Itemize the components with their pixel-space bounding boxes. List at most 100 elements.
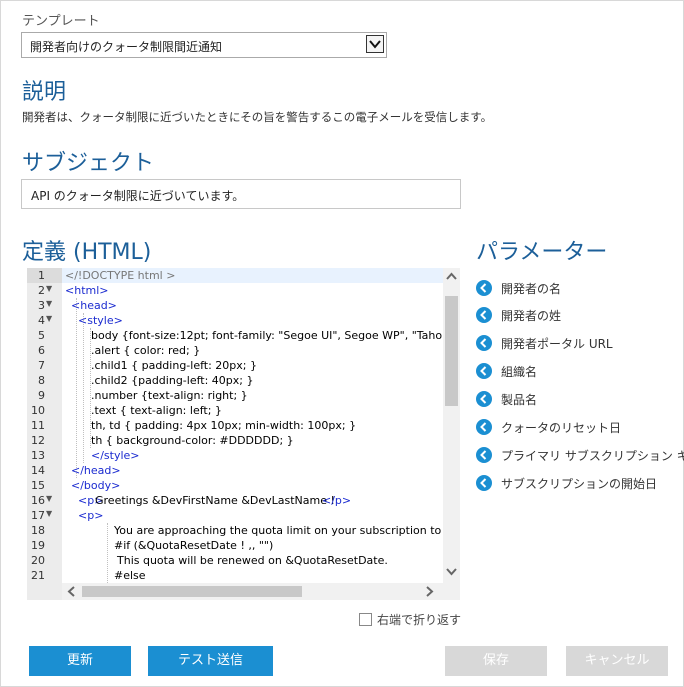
parameter-label: 開発者ポータル URL bbox=[501, 337, 613, 351]
code-line: <head> bbox=[71, 299, 117, 312]
html-code-editor[interactable]: 1 2 ▼ 3 ▼ 4 ▼ 5 6 7 8 9 10 11 12 13 14 15 1… bbox=[27, 268, 460, 600]
arrow-left-circle-icon[interactable] bbox=[476, 335, 492, 351]
line-number: 13 bbox=[31, 449, 45, 462]
line-number: 2 ▼ bbox=[38, 284, 53, 297]
code-line: th { background-color: #DDDDDD; } bbox=[91, 434, 294, 447]
subject-input-value: API のクォータ制限に近づいています。 bbox=[31, 189, 245, 203]
template-select-value: 開発者向けのクォータ制限間近通知 bbox=[30, 40, 223, 54]
chevron-down-icon[interactable] bbox=[366, 35, 384, 53]
parameter-item[interactable]: サブスクリプションの開始日 bbox=[476, 473, 676, 493]
code-line: </body> bbox=[71, 479, 121, 492]
line-number: 9 bbox=[38, 389, 45, 402]
parameter-item[interactable]: 開発者の名 bbox=[476, 278, 676, 298]
line-number: 19 bbox=[31, 539, 45, 552]
code-line: <p> bbox=[78, 509, 104, 522]
parameter-item[interactable]: 開発者の姓 bbox=[476, 305, 676, 325]
template-select[interactable]: 開発者向けのクォータ制限間近通知 bbox=[21, 32, 387, 58]
fold-arrow-icon[interactable]: ▼ bbox=[46, 299, 52, 308]
code-line: <style> bbox=[78, 314, 123, 327]
parameter-item[interactable]: プライマリ サブスクリプション キー bbox=[476, 445, 684, 465]
line-number: 12 bbox=[31, 434, 45, 447]
wrap-checkbox[interactable] bbox=[359, 613, 372, 626]
parameters-heading: パラメーター bbox=[476, 240, 608, 265]
arrow-left-circle-icon[interactable] bbox=[476, 419, 492, 435]
scroll-left-icon[interactable] bbox=[67, 586, 75, 597]
code-line: <html> bbox=[65, 284, 109, 297]
scrollbar-corner bbox=[443, 583, 460, 600]
code-line: .child1 { padding-left: 20px; } bbox=[91, 359, 257, 372]
parameter-label: サブスクリプションの開始日 bbox=[501, 477, 658, 491]
code-line: .alert { color: red; } bbox=[91, 344, 201, 357]
parameter-item[interactable]: 製品名 bbox=[476, 389, 676, 409]
line-number: 10 bbox=[31, 404, 45, 417]
arrow-left-circle-icon[interactable] bbox=[476, 280, 492, 296]
line-number: 15 bbox=[31, 479, 45, 492]
line-number: 3 ▼ bbox=[38, 299, 53, 312]
parameter-label: 開発者の姓 bbox=[501, 309, 562, 323]
line-number: 7 bbox=[38, 359, 45, 372]
parameter-label: 組織名 bbox=[501, 365, 538, 379]
code-line: </head> bbox=[71, 464, 121, 477]
code-line: #else bbox=[114, 569, 146, 582]
code-line: #if (&QuotaResetDate ! ,, "") bbox=[114, 539, 274, 552]
vertical-scrollbar[interactable] bbox=[443, 268, 460, 583]
line-number: 16 ▼ bbox=[31, 494, 53, 507]
test-send-button[interactable]: テスト送信 bbox=[148, 646, 273, 676]
line-number: 18 bbox=[31, 524, 45, 537]
arrow-left-circle-icon[interactable] bbox=[476, 391, 492, 407]
code-line: th, td { padding: 4px 10px; min-width: 1… bbox=[91, 419, 357, 432]
line-number-gutter: 1 2 ▼ 3 ▼ 4 ▼ 5 6 7 8 9 10 11 12 13 14 15 1… bbox=[27, 268, 62, 600]
line-number: 21 bbox=[31, 569, 45, 582]
code-line: .text { text-align: left; } bbox=[91, 404, 222, 417]
parameter-label: 開発者の名 bbox=[501, 282, 562, 296]
code-line: This quota will be renewed on &QuotaRese… bbox=[117, 554, 388, 567]
line-number: 6 bbox=[38, 344, 45, 357]
vertical-scroll-thumb[interactable] bbox=[445, 296, 458, 406]
scroll-up-icon[interactable] bbox=[446, 272, 457, 280]
line-number: 11 bbox=[31, 419, 45, 432]
scroll-right-icon[interactable] bbox=[426, 586, 434, 597]
fold-arrow-icon[interactable]: ▼ bbox=[46, 509, 52, 518]
parameter-item[interactable]: クォータのリセット日 bbox=[476, 417, 676, 437]
description-text: 開発者は、クォータ制限に近づいたときにその旨を警告するこの電子メールを受信します… bbox=[22, 110, 493, 124]
template-label: テンプレート bbox=[22, 14, 100, 29]
subject-heading: サブジェクト bbox=[22, 151, 155, 176]
definition-heading: 定義 (HTML) bbox=[22, 240, 152, 265]
line-number: 8 bbox=[38, 374, 45, 387]
code-line: </style> bbox=[91, 449, 140, 462]
parameter-label: 製品名 bbox=[501, 393, 538, 407]
wrap-label: 右端で折り返す bbox=[377, 613, 462, 627]
fold-arrow-icon[interactable]: ▼ bbox=[46, 314, 52, 323]
code-line: .child2 {padding-left: 40px; } bbox=[91, 374, 254, 387]
line-number: 5 bbox=[38, 329, 45, 342]
horizontal-scrollbar[interactable] bbox=[62, 583, 443, 600]
code-line: You are approaching the quota limit on y… bbox=[114, 524, 443, 537]
code-area[interactable]: </!DOCTYPE html > <html> <head> <style> … bbox=[62, 268, 443, 583]
line-number: 14 bbox=[31, 464, 45, 477]
code-line: </!DOCTYPE html > bbox=[62, 268, 443, 283]
description-heading: 説明 bbox=[22, 80, 67, 105]
parameter-item[interactable]: 開発者ポータル URL bbox=[476, 333, 676, 353]
arrow-left-circle-icon[interactable] bbox=[476, 363, 492, 379]
code-line: .number {text-align: right; } bbox=[91, 389, 248, 402]
code-line: body {font-size:12pt; font-family: "Sego… bbox=[91, 329, 443, 342]
code-line: <p> Greetings &DevFirstName &DevLastName… bbox=[78, 494, 352, 507]
parameter-item[interactable]: 組織名 bbox=[476, 361, 676, 381]
fold-arrow-icon[interactable]: ▼ bbox=[46, 494, 52, 503]
subject-input[interactable]: API のクォータ制限に近づいています。 bbox=[21, 179, 461, 209]
fold-arrow-icon[interactable]: ▼ bbox=[46, 284, 52, 293]
parameter-label: クォータのリセット日 bbox=[501, 421, 622, 435]
scroll-down-icon[interactable] bbox=[446, 568, 457, 576]
line-number: 20 bbox=[31, 554, 45, 567]
line-number: 17 ▼ bbox=[31, 509, 53, 522]
cancel-button[interactable]: キャンセル bbox=[566, 646, 668, 676]
horizontal-scroll-thumb[interactable] bbox=[82, 586, 302, 597]
arrow-left-circle-icon[interactable] bbox=[476, 475, 492, 491]
line-number: 1 bbox=[27, 268, 62, 283]
arrow-left-circle-icon[interactable] bbox=[476, 307, 492, 323]
line-number: 4 ▼ bbox=[38, 314, 53, 327]
arrow-left-circle-icon[interactable] bbox=[476, 447, 492, 463]
save-button[interactable]: 保存 bbox=[445, 646, 547, 676]
parameter-label: プライマリ サブスクリプション キー bbox=[501, 449, 684, 463]
update-button[interactable]: 更新 bbox=[29, 646, 131, 676]
